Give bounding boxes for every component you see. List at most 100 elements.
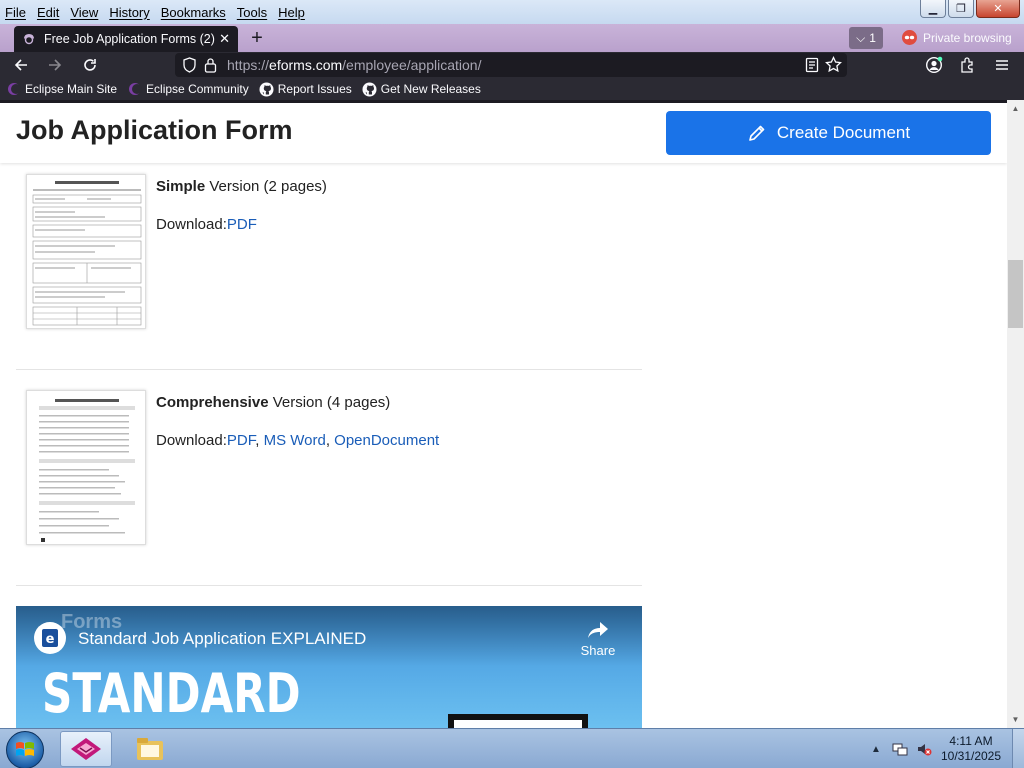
- lock-icon[interactable]: [204, 57, 217, 76]
- app-menu-button[interactable]: [992, 55, 1012, 75]
- version-name: Simple: [156, 178, 206, 195]
- windows-logo-icon: [16, 742, 34, 756]
- maximize-button[interactable]: ❐: [948, 0, 974, 18]
- close-window-button[interactable]: ✕: [976, 0, 1020, 18]
- comprehensive-opendocument-link[interactable]: OpenDocument: [334, 432, 439, 449]
- extensions-button[interactable]: [958, 55, 978, 75]
- forward-button[interactable]: [45, 55, 65, 75]
- show-desktop-button[interactable]: [1012, 729, 1024, 768]
- bookmark-eclipse-community[interactable]: Eclipse Community: [127, 82, 249, 97]
- create-document-label: Create Document: [776, 123, 911, 142]
- simple-version-thumbnail[interactable]: [26, 174, 146, 329]
- account-button[interactable]: [924, 55, 944, 75]
- menu-history[interactable]: History: [108, 5, 150, 20]
- video-share-button[interactable]: Share: [578, 620, 618, 658]
- system-clock[interactable]: 4:11 AM 10/31/2025: [936, 734, 1006, 764]
- volume-muted-icon[interactable]: [916, 741, 932, 757]
- simple-version-downloads: Download:PDF: [156, 216, 257, 233]
- url-path: /employee/application/: [342, 57, 482, 73]
- web-page: Job Application Form Create Document Sim…: [0, 103, 1007, 728]
- arrow-right-icon: [49, 59, 62, 71]
- github-icon: [259, 82, 274, 97]
- chevron-down-icon: ⌵: [856, 30, 866, 45]
- video-title[interactable]: Standard Job Application EXPLAINED: [78, 629, 366, 649]
- scroll-up-icon[interactable]: ▲: [1007, 100, 1024, 117]
- comprehensive-version-thumbnail[interactable]: [26, 390, 146, 545]
- back-button[interactable]: [11, 55, 31, 75]
- private-browsing-label: Private browsing: [923, 30, 1012, 45]
- private-browsing-indicator: Private browsing: [902, 30, 1012, 45]
- tab-count: 1: [869, 31, 876, 45]
- svg-text:e: e: [46, 632, 55, 647]
- taskbar-app-browser[interactable]: [60, 731, 112, 767]
- shield-icon[interactable]: [182, 57, 197, 76]
- simple-pdf-link[interactable]: PDF: [227, 216, 257, 233]
- new-tab-button[interactable]: +: [246, 28, 268, 50]
- windows-taskbar: ▲ 4:11 AM 10/31/2025: [0, 728, 1024, 768]
- url-host: eforms.com: [269, 57, 343, 73]
- network-icon[interactable]: [892, 741, 908, 757]
- menu-bookmarks[interactable]: Bookmarks: [160, 5, 227, 20]
- bookmark-label: Eclipse Community: [146, 82, 249, 96]
- download-label: Download:: [156, 432, 227, 449]
- github-icon: [362, 82, 377, 97]
- tab-close-icon[interactable]: ✕: [219, 31, 230, 47]
- clock-date: 10/31/2025: [940, 749, 1002, 763]
- reload-button[interactable]: [80, 55, 100, 75]
- menu-edit[interactable]: Edit: [36, 5, 60, 20]
- clock-time: 4:11 AM: [949, 734, 993, 748]
- simple-version-title: Simple Version (2 pages): [156, 178, 327, 195]
- taskbar-app-explorer[interactable]: [124, 731, 176, 767]
- share-label: Share: [580, 643, 616, 658]
- scroll-down-icon[interactable]: ▼: [1007, 711, 1024, 728]
- scrollbar-thumb[interactable]: [1008, 260, 1023, 328]
- folder-icon: [137, 738, 163, 760]
- download-label: Download:: [156, 216, 227, 233]
- url-text[interactable]: https://eforms.com/employee/application/: [227, 57, 481, 73]
- start-button[interactable]: [6, 731, 44, 768]
- menu-tools[interactable]: Tools: [236, 5, 268, 20]
- menu-file[interactable]: File: [4, 5, 27, 20]
- reload-icon: [84, 59, 96, 71]
- menu-help[interactable]: Help: [277, 5, 306, 20]
- url-bar[interactable]: https://eforms.com/employee/application/: [175, 53, 847, 77]
- url-scheme: https://: [227, 57, 270, 73]
- navigation-bar: https://eforms.com/employee/application/: [0, 52, 1024, 78]
- plus-icon: +: [251, 27, 263, 49]
- bookmark-label: Report Issues: [277, 82, 352, 96]
- eclipse-icon: [127, 82, 142, 97]
- puzzle-icon: [961, 57, 973, 73]
- comprehensive-pdf-link[interactable]: PDF: [227, 432, 255, 449]
- bookmark-star-icon[interactable]: [825, 55, 842, 76]
- tray-expand-icon[interactable]: ▲: [868, 741, 884, 757]
- version-pages: Version (4 pages): [268, 394, 391, 411]
- create-document-button[interactable]: Create Document: [666, 111, 991, 155]
- bookmark-label: Get New Releases: [380, 82, 481, 96]
- section-divider: [16, 585, 642, 586]
- account-icon: [925, 56, 943, 74]
- video-banner-text: STANDARD: [42, 662, 301, 725]
- section-divider: [16, 369, 642, 370]
- reader-view-icon[interactable]: [805, 57, 819, 76]
- tab-active[interactable]: Free Job Application Forms (2) - ✕: [14, 26, 238, 52]
- video-graphic: [448, 714, 588, 728]
- comprehensive-ms-word-link[interactable]: MS Word: [264, 432, 326, 449]
- tab-strip: Free Job Application Forms (2) - ✕ + ⌵ 1…: [0, 24, 1024, 52]
- page-scrollbar[interactable]: ▲ ▼: [1007, 100, 1024, 728]
- version-pages: Version (2 pages): [205, 178, 327, 195]
- window-controls: ▁ ❐ ✕: [920, 0, 1020, 18]
- app-icon: [71, 738, 101, 760]
- private-mask-icon: [902, 30, 917, 45]
- eforms-logo-icon[interactable]: e: [34, 622, 66, 654]
- share-arrow-icon: [588, 622, 608, 638]
- eclipse-icon: [6, 82, 21, 97]
- menu-view[interactable]: View: [69, 5, 99, 20]
- bookmark-get-new-releases[interactable]: Get New Releases: [362, 82, 481, 97]
- minimize-button[interactable]: ▁: [920, 0, 946, 18]
- video-embed[interactable]: Forms e Standard Job Application EXPLAIN…: [16, 606, 642, 728]
- comprehensive-version-downloads: Download:PDF, MS Word, OpenDocument: [156, 432, 440, 449]
- bookmarks-toolbar: Eclipse Main Site Eclipse Community Repo…: [0, 78, 1024, 100]
- bookmark-eclipse-main-site[interactable]: Eclipse Main Site: [6, 82, 117, 97]
- list-all-tabs-button[interactable]: ⌵ 1: [849, 27, 883, 49]
- bookmark-report-issues[interactable]: Report Issues: [259, 82, 352, 97]
